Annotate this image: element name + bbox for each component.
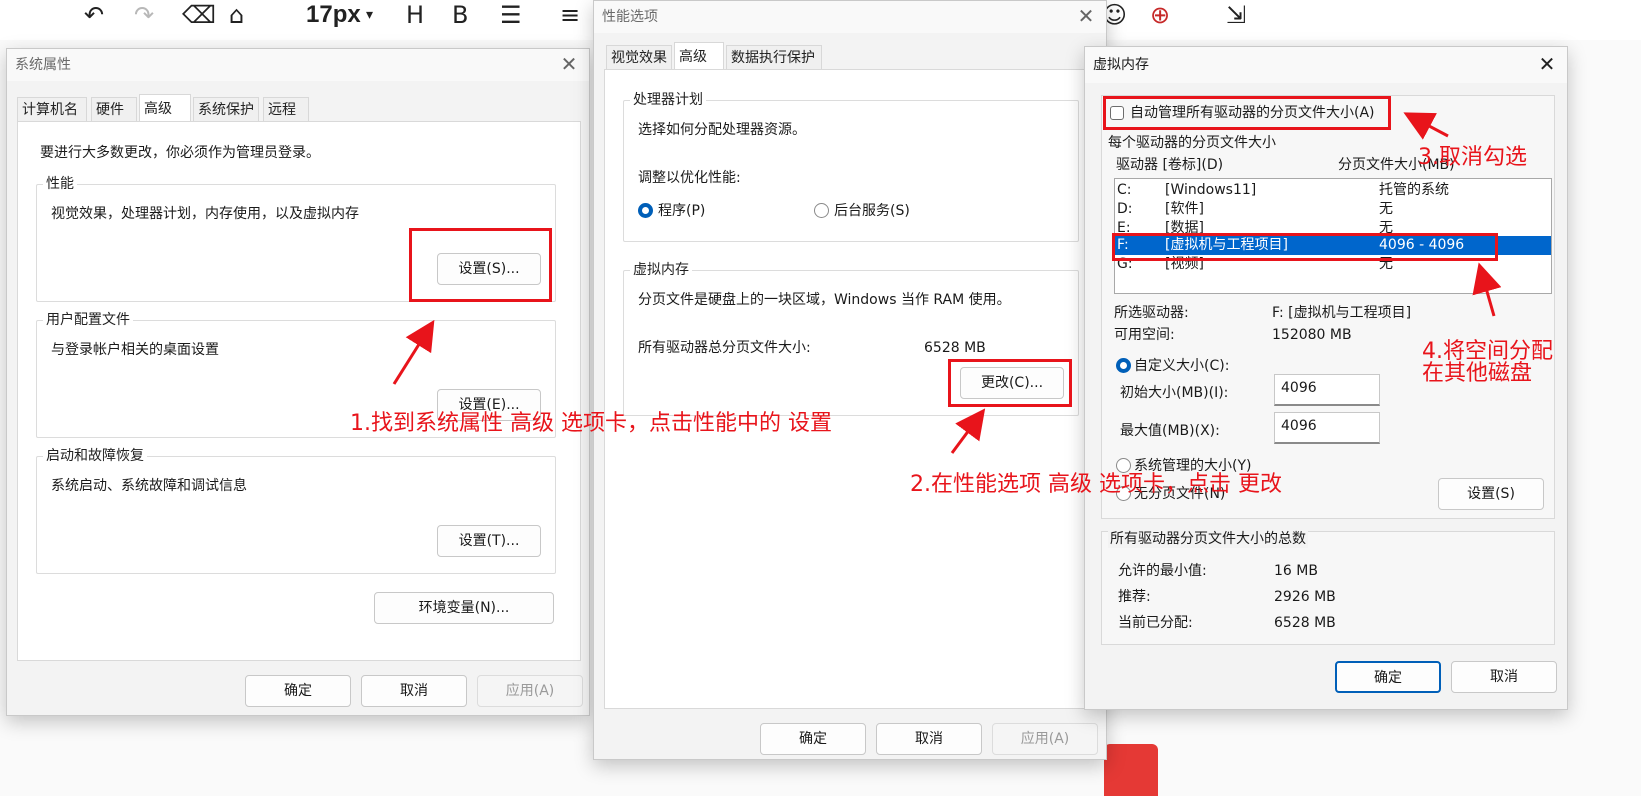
processor-scheduling-group: 处理器计划 选择如何分配处理器资源。 调整以优化性能: 程序(P) 后台服务(S… [623,91,1079,242]
initial-size-label: 初始大小(MB)(I): [1120,385,1229,401]
programs-label: 程序(P) [658,203,706,219]
drive-size: 无 [1379,201,1393,217]
background-services-label: 后台服务(S) [834,203,910,219]
startup-desc: 系统启动、系统故障和调试信息 [51,478,247,494]
apply-button[interactable]: 应用(A) [992,723,1098,755]
tab-system-protection[interactable]: 系统保护 [193,97,259,121]
heading-icon[interactable]: H [406,2,424,28]
free-space-label: 可用空间: [1114,327,1175,343]
performance-group-title: 性能 [43,175,77,193]
min-value: 16 MB [1274,563,1318,579]
performance-desc: 视觉效果，处理器计划，内存使用，以及虚拟内存 [51,206,359,222]
col-drive-header: 驱动器 [卷标](D) [1116,157,1224,173]
min-label: 允许的最小值: [1118,563,1207,579]
custom-size-label: 自定义大小(C): [1134,358,1230,374]
tab-hardware[interactable]: 硬件 [91,97,137,121]
programs-radio[interactable] [638,203,653,218]
processor-desc: 选择如何分配处理器资源。 [638,122,806,138]
admin-note: 要进行大多数更改，你必须作为管理员登录。 [40,145,320,161]
max-size-input[interactable]: 4096 [1274,412,1380,444]
cancel-button[interactable]: 取消 [876,723,982,755]
current-label: 当前已分配: [1118,615,1193,631]
custom-size-radio[interactable] [1116,358,1131,373]
eraser-icon[interactable]: ⌫ [182,2,216,28]
advanced-tab-panel: 要进行大多数更改，你必须作为管理员登录。 性能 视觉效果，处理器计划，内存使用，… [17,121,581,661]
annotation-step2: 2.在性能选项 高级 选项卡，点击 更改 [910,472,1282,497]
export-icon[interactable]: ⇲ [1226,2,1246,28]
highlight-change-button [948,359,1072,407]
tab-dep[interactable]: 数据执行保护 [726,45,822,69]
total-paging-value: 6528 MB [924,340,986,356]
selected-drive-label: 所选驱动器: [1114,305,1189,321]
drive-size: 托管的系统 [1379,182,1449,198]
format-painter-icon[interactable]: ⌂ [229,2,244,28]
close-icon[interactable]: ✕ [1066,1,1106,33]
window-title: 性能选项 [594,1,1106,33]
tab-advanced[interactable]: 高级 [674,42,724,69]
font-size-dropdown-icon[interactable]: ▾ [366,2,373,28]
ok-button[interactable]: 确定 [760,723,866,755]
vm-desc: 分页文件是硬盘上的一块区域，Windows 当作 RAM 使用。 [638,292,1011,308]
window-title: 系统属性 [7,49,589,81]
bold-icon[interactable]: B [452,2,468,28]
per-drive-title: 每个驱动器的分页文件大小 [1108,135,1276,151]
tab-computer-name[interactable]: 计算机名 [17,97,87,121]
initial-size-input[interactable]: 4096 [1274,374,1380,406]
system-managed-radio[interactable] [1116,458,1131,473]
editor-red-button[interactable] [1104,744,1158,796]
align-icon[interactable]: ≡ [560,2,580,28]
vm-group-title: 虚拟内存 [630,261,692,279]
drive-label: [Windows11] [1165,182,1257,198]
processor-group-title: 处理器计划 [630,91,706,109]
user-profiles-desc: 与登录帐户相关的桌面设置 [51,342,219,358]
highlight-auto-manage [1103,96,1391,130]
annotation-step1: 1.找到系统属性 高级 选项卡，点击性能中的 设置 [350,411,832,436]
list-icon[interactable]: ☰ [500,2,522,28]
highlight-performance-settings [409,228,552,302]
undo-icon[interactable]: ↶ [84,2,104,28]
environment-variables-button[interactable]: 环境变量(N)... [374,592,554,624]
tab-remote[interactable]: 远程 [263,97,309,121]
cancel-button[interactable]: 取消 [361,675,467,707]
font-size-value[interactable]: 17px [306,2,361,28]
system-properties-window: 系统属性 ✕ 计算机名 硬件 高级 系统保护 远程 要进行大多数更改，你必须作为… [6,48,590,716]
totals-title: 所有驱动器分页文件大小的总数 [1108,530,1308,548]
selected-drive-value: F: [虚拟机与工程项目] [1272,305,1412,321]
background-services-radio[interactable] [814,203,829,218]
cancel-button[interactable]: 取消 [1451,661,1557,693]
redo-icon[interactable]: ↷ [134,2,154,28]
tab-visual-effects[interactable]: 视觉效果 [606,45,672,69]
drive-label: [软件] [1165,201,1204,217]
startup-settings-button[interactable]: 设置(T)... [437,525,541,557]
ok-button[interactable]: 确定 [245,675,351,707]
adjust-label: 调整以优化性能: [638,170,741,186]
apply-button[interactable]: 应用(A) [477,675,583,707]
total-paging-label: 所有驱动器总分页文件大小: [638,340,811,356]
user-profiles-group-title: 用户配置文件 [43,311,133,329]
current-value: 6528 MB [1274,615,1336,631]
highlight-drive-f [1112,233,1498,261]
close-icon[interactable]: ✕ [1527,47,1567,83]
max-size-label: 最大值(MB)(X): [1120,423,1220,439]
tab-advanced[interactable]: 高级 [139,94,191,121]
drive-letter: C: [1117,182,1132,198]
startup-group-title: 启动和故障恢复 [43,447,147,465]
window-title: 虚拟内存 [1085,47,1567,83]
tab-strip: 计算机名 硬件 高级 系统保护 远程 [17,94,317,121]
free-space-value: 152080 MB [1272,327,1352,343]
close-icon[interactable]: ✕ [549,49,589,81]
recommended-label: 推荐: [1118,589,1151,605]
drive-row-c[interactable]: C: [Windows11] 托管的系统 [1115,181,1551,200]
set-button[interactable]: 设置(S) [1438,478,1544,510]
insert-icon[interactable]: ⊕ [1150,2,1170,28]
startup-recovery-group: 启动和故障恢复 系统启动、系统故障和调试信息 设置(T)... [36,447,556,574]
tab-strip: 视觉效果 高级 数据执行保护 [606,42,866,69]
recommended-value: 2926 MB [1274,589,1336,605]
drive-row-d[interactable]: D: [软件] 无 [1115,200,1551,219]
ok-button[interactable]: 确定 [1335,661,1441,693]
totals-panel: 所有驱动器分页文件大小的总数 允许的最小值: 16 MB 推荐: 2926 MB… [1101,530,1555,645]
drive-letter: D: [1117,201,1133,217]
annotation-step4-line2: 在其他磁盘 [1422,361,1533,386]
annotation-step3: 3.取消勾选 [1418,145,1527,170]
